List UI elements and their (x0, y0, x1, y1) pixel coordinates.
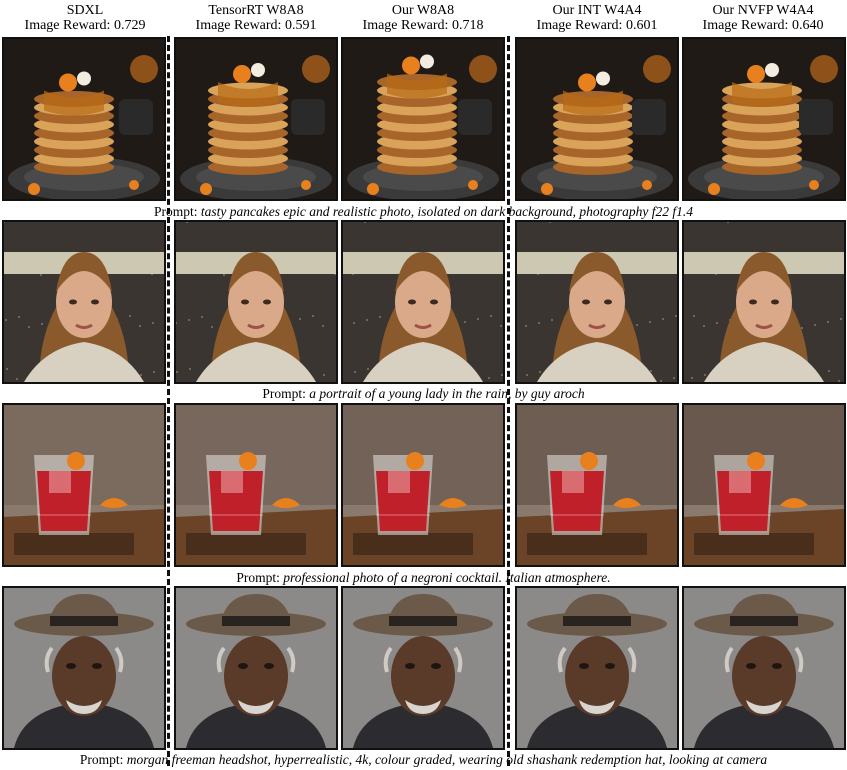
prompt-label: Prompt: (236, 570, 280, 585)
portrait-image (515, 220, 679, 384)
headshot-image (341, 586, 505, 750)
column-reward: Image Reward: 0.601 (536, 18, 658, 33)
prompt-caption: Prompt: tasty pancakes epic and realisti… (0, 204, 847, 219)
prompt-text: tasty pancakes epic and realistic photo,… (200, 204, 693, 219)
pancakes-image (341, 37, 505, 201)
column-separator (507, 36, 510, 766)
cocktail-image (2, 403, 166, 567)
headshot-image (682, 586, 846, 750)
cocktail-image (341, 403, 505, 567)
cocktail-image (515, 403, 679, 567)
column-title: Our INT W4A4 (552, 3, 642, 18)
pancakes-image (174, 37, 338, 201)
column-reward: Image Reward: 0.718 (362, 18, 484, 33)
prompt-text: a portrait of a young lady in the rain, … (309, 386, 585, 401)
headshot-image (2, 586, 166, 750)
portrait-image (174, 220, 338, 384)
prompt-caption: Prompt: a portrait of a young lady in th… (0, 386, 847, 401)
prompt-caption: Prompt: professional photo of a negroni … (0, 570, 847, 585)
column-title: Our W8A8 (391, 3, 455, 18)
column-header: Our INT W4A4 Image Reward: 0.601 (515, 3, 679, 33)
column-header: Our W8A8 Image Reward: 0.718 (341, 3, 505, 33)
portrait-image (2, 220, 166, 384)
prompt-caption: Prompt: morgan freeman headshot, hyperre… (0, 752, 847, 767)
cocktail-image (174, 403, 338, 567)
prompt-label: Prompt: (79, 752, 124, 767)
column-reward: Image Reward: 0.729 (24, 18, 146, 33)
headshot-image (174, 586, 338, 750)
prompt-label: Prompt: (154, 204, 198, 219)
column-separator (167, 36, 170, 766)
portrait-image (682, 220, 846, 384)
prompt-text: professional photo of a negroni cocktail… (283, 570, 611, 585)
prompt-text: morgan freeman headshot, hyperrealistic,… (126, 752, 768, 767)
pancakes-image (515, 37, 679, 201)
column-title: SDXL (66, 3, 104, 18)
column-reward: Image Reward: 0.640 (702, 18, 824, 33)
column-header: Our NVFP W4A4 Image Reward: 0.640 (681, 3, 845, 33)
column-reward: Image Reward: 0.591 (195, 18, 317, 33)
portrait-image (341, 220, 505, 384)
column-header: SDXL Image Reward: 0.729 (3, 3, 167, 33)
column-header: TensorRT W8A8 Image Reward: 0.591 (174, 3, 338, 33)
headshot-image (515, 586, 679, 750)
pancakes-image (682, 37, 846, 201)
prompt-label: Prompt: (262, 386, 306, 401)
cocktail-image (682, 403, 846, 567)
pancakes-image (2, 37, 166, 201)
column-title: Our NVFP W4A4 (712, 3, 814, 18)
column-title: TensorRT W8A8 (208, 3, 304, 18)
